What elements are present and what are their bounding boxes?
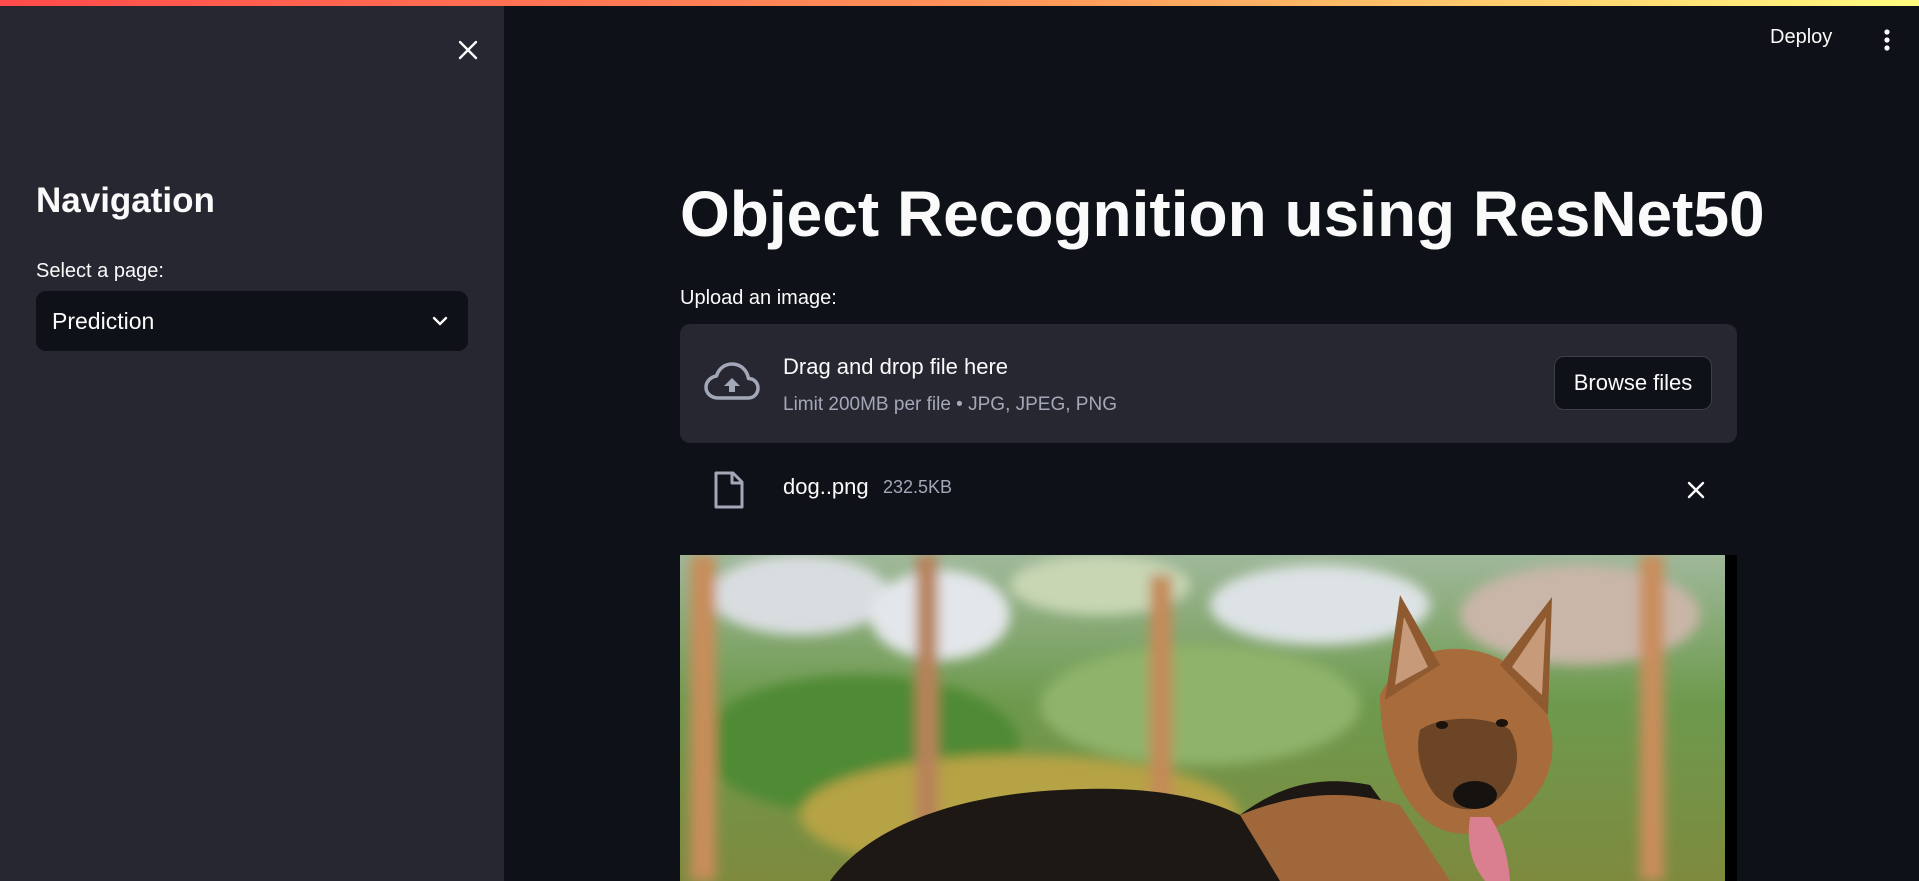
- sidebar: Navigation Select a page: Prediction: [0, 6, 504, 881]
- file-dropzone[interactable]: Drag and drop file here Limit 200MB per …: [680, 324, 1737, 443]
- upload-label: Upload an image:: [680, 287, 837, 309]
- dog-photo: [680, 555, 1725, 881]
- uploaded-file-name: dog..png: [783, 474, 869, 499]
- uploaded-file-size: 232.5KB: [883, 477, 953, 497]
- uploaded-image-preview: [680, 555, 1737, 881]
- deploy-button[interactable]: Deploy: [1770, 26, 1832, 49]
- main-menu-button[interactable]: [1872, 24, 1902, 56]
- cloud-upload-icon: [704, 362, 760, 400]
- remove-file-button[interactable]: [1680, 474, 1712, 506]
- page-title: Object Recognition using ResNet50: [680, 178, 1765, 250]
- close-icon: [1687, 481, 1705, 499]
- page-select-value: Prediction: [52, 307, 155, 334]
- sidebar-title: Navigation: [36, 181, 215, 220]
- browse-files-button[interactable]: Browse files: [1554, 356, 1712, 410]
- select-page-label: Select a page:: [36, 260, 164, 282]
- close-icon: [458, 40, 478, 60]
- file-icon: [714, 471, 744, 509]
- chevron-down-icon: [430, 310, 452, 332]
- sidebar-close-button[interactable]: [452, 34, 484, 66]
- dropzone-limit-text: Limit 200MB per file • JPG, JPEG, PNG: [783, 394, 1117, 415]
- uploaded-file-row: dog..png 232.5KB: [680, 462, 1737, 518]
- dropzone-title: Drag and drop file here: [783, 354, 1009, 379]
- page-select[interactable]: Prediction: [36, 291, 468, 351]
- more-vertical-icon: [1884, 29, 1890, 51]
